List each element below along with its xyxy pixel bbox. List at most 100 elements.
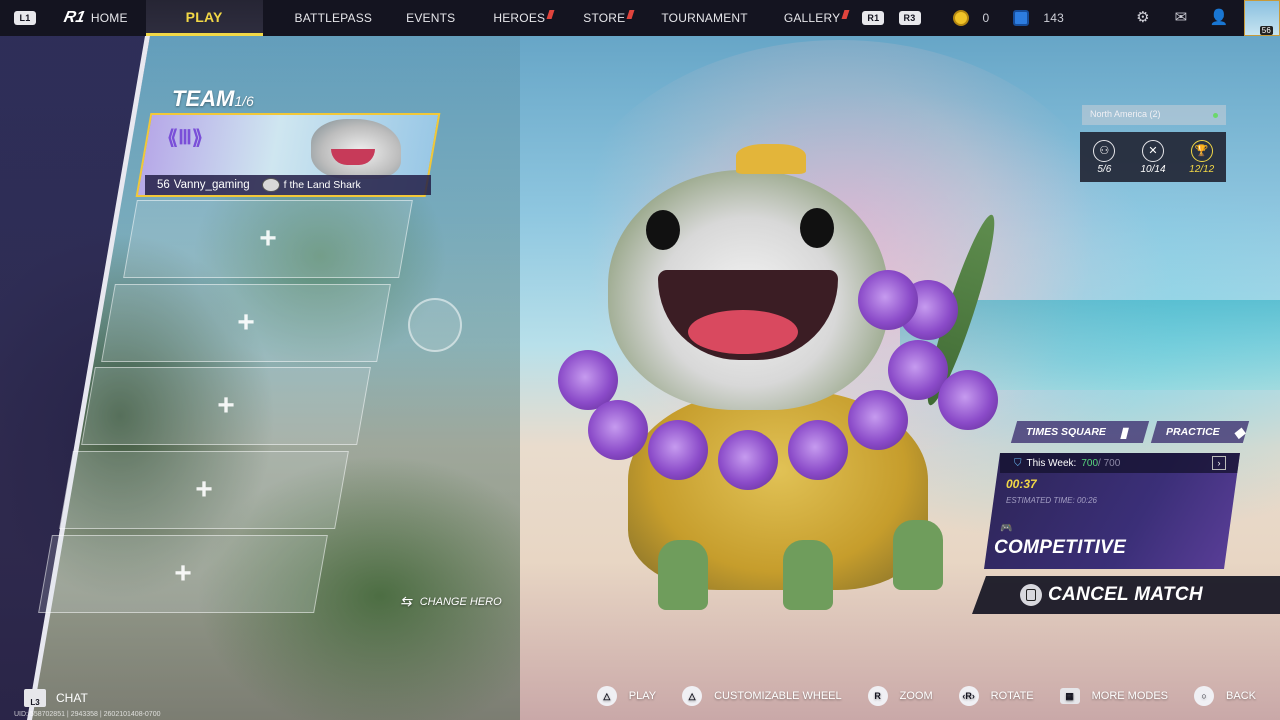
virtual-cursor (408, 298, 462, 352)
cancel-match-button[interactable]: CANCEL MATCH (972, 576, 1280, 614)
chat-button[interactable]: L3 CHAT (24, 689, 88, 707)
player-level: 56 (157, 179, 170, 191)
top-right-cluster: R3 0 143 ⚙ ✉ 👤 56 (898, 0, 1280, 36)
team-slot-empty[interactable]: + (81, 367, 371, 445)
avatar-level: 56 (1259, 26, 1273, 35)
weekly-label: This Week: (1026, 457, 1077, 469)
hero-tail (917, 210, 1005, 410)
hint-play[interactable]: △ PLAY (596, 686, 657, 706)
hint-back[interactable]: ○ BACK (1194, 686, 1256, 706)
tab-store[interactable]: STORE (573, 0, 657, 36)
server-region-selector[interactable]: North America (2) (1082, 105, 1226, 125)
tab-battlepass[interactable]: BATTLEPASS (263, 0, 403, 36)
hint-zoom[interactable]: R ZOOM (867, 686, 933, 706)
tab-play[interactable]: PLAY (145, 0, 263, 36)
hint-wheel-label: CUSTOMIZABLE WHEEL (714, 690, 842, 702)
weekly-max: / 700 (1098, 457, 1121, 469)
mode-name: COMPETITIVE (994, 537, 1127, 558)
tab-gallery-label: GALLERY (783, 11, 841, 25)
hero-mini-icon (261, 178, 280, 192)
hint-play-label: PLAY (628, 690, 657, 702)
hint-zoom-label: ZOOM (899, 690, 933, 702)
gem-currency[interactable]: 143 (1013, 10, 1064, 26)
plus-icon: + (259, 222, 277, 255)
mode-times-square[interactable]: TIMES SQUARE ▮ (1010, 421, 1150, 443)
estimated-time: ESTIMATED TIME: 00:26 (1006, 496, 1097, 505)
r1-button-hint: R1 (862, 11, 885, 25)
l3-button-hint: L3 (24, 689, 46, 707)
team-slot-empty[interactable]: + (123, 200, 413, 278)
practice-icon: ◆ (1233, 423, 1245, 440)
mail-icon[interactable]: ✉ (1171, 8, 1191, 28)
team-title-label: TEAM (172, 86, 235, 111)
tab-events-label: EVENTS (406, 11, 456, 25)
tab-events[interactable]: EVENTS (402, 0, 481, 36)
plus-icon: + (174, 557, 192, 590)
stat-team: ⚇ 5/6 (1080, 132, 1129, 182)
team-title: TEAM1/6 (172, 86, 254, 112)
player-name: Vanny_gaming (173, 179, 250, 191)
hint-more-modes[interactable]: ▦ MORE MODES (1059, 688, 1168, 704)
friends-icon[interactable]: 👤 (1209, 8, 1229, 28)
mode-card-competitive[interactable]: ⛉ This Week: 700 / 700 › 00:37 ESTIMATED… (984, 453, 1240, 569)
swap-icon: ⇆ (400, 593, 412, 609)
change-hero-label: CHANGE HERO (419, 595, 502, 608)
hero-leg (893, 520, 943, 590)
circle-button-icon: ○ (1194, 686, 1215, 706)
progress-stats: ⚇ 5/6 ✕ 10/14 🏆 12/12 (1080, 132, 1226, 182)
mode-practice-label: PRACTICE (1166, 426, 1220, 438)
hero-eye (800, 208, 834, 248)
gear-icon[interactable]: ⚙ (1133, 8, 1153, 28)
nav-home-label: HOME (90, 11, 128, 25)
chevron-right-icon[interactable]: › (1212, 456, 1226, 470)
tab-heroes[interactable]: HEROES (481, 0, 573, 36)
new-flag-icon (841, 9, 850, 19)
touchpad-icon: ▦ (1059, 688, 1080, 704)
chat-label: CHAT (56, 691, 88, 705)
stat-battles-value: 10/14 (1140, 163, 1166, 175)
mode-times-square-label: TIMES SQUARE (1026, 426, 1106, 438)
hero-leg (658, 540, 708, 610)
hint-customizable-wheel[interactable]: △ CUSTOMIZABLE WHEEL (682, 686, 842, 706)
hero-eye (646, 210, 680, 250)
game-logo: R1 (62, 9, 87, 26)
cancel-match-label: CANCEL MATCH (1048, 584, 1203, 605)
tab-heroes-label: HEROES (493, 11, 546, 25)
tab-tournament-label: TOURNAMENT (661, 11, 748, 25)
team-slot-leader[interactable]: ⟪Ⅲ⟫ 56 Vanny_gaming f the Land Shark (135, 113, 441, 197)
team-slot-leader-content: ⟪Ⅲ⟫ 56 Vanny_gaming f the Land Shark (145, 115, 431, 195)
team-slot-empty[interactable]: + (101, 284, 391, 362)
team-slot-empty[interactable]: + (38, 535, 328, 613)
nav-home[interactable]: R1 HOME (36, 0, 146, 36)
shark-hero-portrait (311, 119, 401, 179)
gold-coin-icon (952, 10, 969, 26)
triangle-button-icon: △ (596, 686, 617, 706)
queue-timer: 00:37 (1006, 477, 1037, 491)
hint-back-label: BACK (1226, 690, 1256, 702)
rank-badge-icon: ⟪Ⅲ⟫ (167, 127, 204, 149)
new-flag-icon (546, 9, 555, 19)
tab-tournament[interactable]: TOURNAMENT (657, 0, 783, 36)
avatar[interactable]: 56 (1244, 0, 1280, 36)
change-hero-button[interactable]: ⇆ CHANGE HERO (400, 593, 502, 610)
team-stat-icon: ⚇ (1093, 139, 1116, 162)
l1-button-hint: L1 (14, 11, 36, 25)
r3-button-hint: R3 (898, 11, 921, 25)
controller-icon: 🎮 (1000, 523, 1013, 534)
hero-tongue (688, 310, 798, 354)
server-region-label: North America (2) (1090, 109, 1161, 119)
team-slot-empty[interactable]: + (59, 451, 349, 529)
hero-leg (783, 540, 833, 610)
touchpad-button-icon (1020, 584, 1042, 606)
controller-hints: △ PLAY △ CUSTOMIZABLE WHEEL R ZOOM ‹R› R… (571, 686, 1256, 706)
tab-battlepass-label: BATTLEPASS (294, 11, 373, 25)
gold-currency[interactable]: 0 (952, 10, 990, 26)
building-icon: ▮ (1119, 423, 1128, 440)
tab-gallery[interactable]: GALLERY (784, 0, 863, 36)
mode-practice[interactable]: PRACTICE ◆ (1150, 421, 1250, 443)
uid-text: UID: 558702851 | 2943358 | 2602101408-07… (14, 711, 161, 718)
shield-icon: ⛉ (1014, 457, 1022, 469)
r-stick-icon: R (867, 686, 888, 706)
hint-rotate[interactable]: ‹R› ROTATE (958, 686, 1034, 706)
stat-team-value: 5/6 (1097, 163, 1112, 175)
